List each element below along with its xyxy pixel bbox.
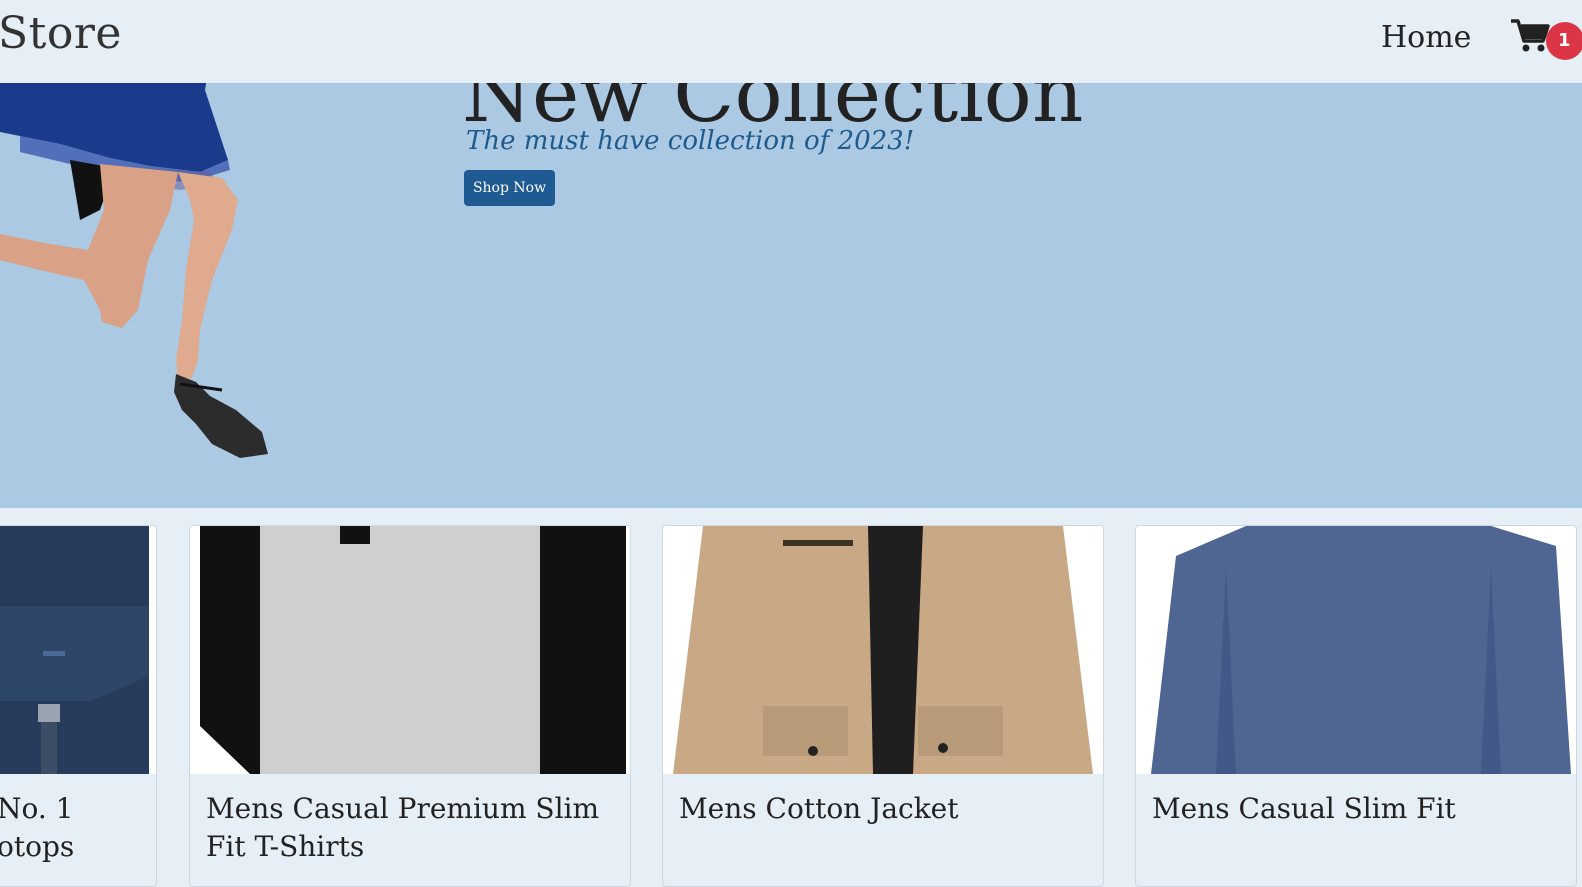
product-card[interactable]: No. 1 otops bbox=[0, 525, 157, 887]
cart-icon[interactable] bbox=[1510, 18, 1550, 54]
brand-logo[interactable]: Store bbox=[0, 8, 122, 59]
product-title[interactable]: Mens Casual Premium Slim Fit T-Shirts bbox=[206, 790, 614, 866]
product-image-cotton-jacket bbox=[663, 526, 1103, 774]
product-image-slim-fit-shirt bbox=[1136, 526, 1576, 774]
product-card[interactable]: Mens Casual Slim Fit bbox=[1135, 525, 1577, 887]
product-title[interactable]: Mens Casual Slim Fit bbox=[1152, 790, 1560, 828]
navbar: Store Home 1 bbox=[0, 0, 1582, 83]
shop-now-button[interactable]: Shop Now bbox=[464, 170, 555, 206]
hero-banner: New Collection The must have collection … bbox=[0, 60, 1582, 508]
hero-subtitle: The must have collection of 2023! bbox=[466, 126, 915, 156]
product-card[interactable]: Mens Casual Premium Slim Fit T-Shirts bbox=[189, 525, 631, 887]
hero-model-image bbox=[0, 60, 268, 458]
cart-count-badge: 1 bbox=[1546, 22, 1582, 60]
nav-link-home[interactable]: Home bbox=[1381, 20, 1471, 55]
product-title[interactable]: No. 1 otops bbox=[0, 790, 140, 866]
product-image-backpack bbox=[0, 526, 156, 774]
product-image-raglan-tshirt bbox=[190, 526, 630, 774]
product-card[interactable]: Mens Cotton Jacket bbox=[662, 525, 1104, 887]
product-title[interactable]: Mens Cotton Jacket bbox=[679, 790, 1087, 828]
